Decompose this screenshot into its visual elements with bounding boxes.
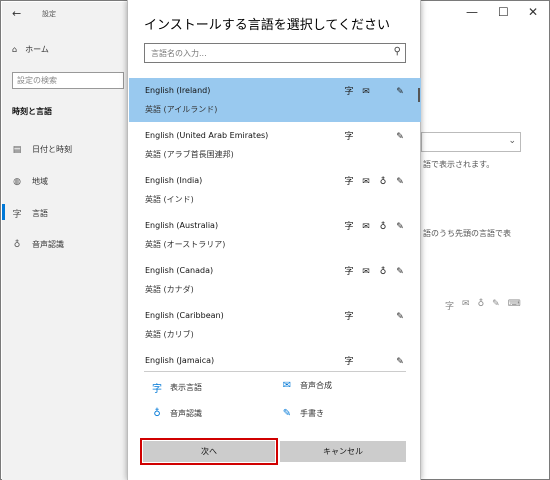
microphone-icon: ♁ — [379, 222, 387, 232]
text-to-speech-icon: ✉ — [362, 177, 370, 187]
divider — [144, 371, 406, 372]
nav-item-date-time[interactable]: ▤ 日付と時刻 — [12, 144, 72, 155]
microphone-icon: ♁ — [379, 267, 387, 277]
microphone-icon: ♁ — [13, 239, 21, 250]
language-name: English (Jamaica) — [145, 356, 215, 365]
language-item-english-jamaica[interactable]: English (Jamaica) 字 ✎ — [129, 348, 421, 371]
microphone-icon: ♁ — [379, 177, 387, 187]
nav-item-language[interactable]: 字 言語 — [12, 207, 48, 220]
display-language-icon: 字 — [344, 312, 354, 322]
handwriting-icon: ✎ — [396, 132, 404, 142]
language-name: English (Australia) — [145, 221, 219, 230]
language-native-name: 英語 (オーストラリア) — [145, 240, 226, 249]
legend-label: 手書き — [300, 409, 324, 418]
language-item-english-uae[interactable]: English (United Arab Emirates) 英語 (アラブ首長… — [129, 123, 421, 167]
handwriting-icon: ✎ — [396, 357, 404, 367]
language-name: English (India) — [145, 176, 203, 185]
settings-search-input[interactable]: 設定の検索 — [12, 72, 124, 89]
handwriting-icon: ✎ — [492, 299, 500, 309]
language-item-english-australia[interactable]: English (Australia) 英語 (オーストラリア) 字 ✉ ♁ ✎ — [129, 213, 421, 257]
language-list: English (Ireland) 英語 (アイルランド) 字 ✉ ✎ Engl… — [129, 78, 421, 371]
keyboard-icon: ⌨ — [507, 299, 521, 309]
home-icon: ⌂ — [12, 45, 18, 54]
language-name: English (United Arab Emirates) — [145, 131, 269, 140]
legend-label: 音声合成 — [300, 381, 332, 390]
next-button[interactable]: 次へ — [140, 438, 278, 465]
settings-nav-pane: ← 設定 ⌂ ホーム 設定の検索 時刻と言語 ▤ 日付と時刻 ◍ 地域 字 言語… — [2, 2, 128, 480]
language-item-english-caribbean[interactable]: English (Caribbean) 英語 (カリブ) 字 ✎ — [129, 303, 421, 347]
chevron-down-icon: ⌄ — [508, 136, 516, 146]
nav-item-region[interactable]: ◍ 地域 — [12, 176, 48, 187]
description-text: 語で表示されます。 — [423, 160, 495, 169]
legend-text-to-speech: ✉ 音声合成 — [282, 380, 332, 391]
minimize-icon[interactable]: — — [466, 5, 478, 19]
maximize-icon[interactable]: ☐ — [498, 5, 509, 19]
text-to-speech-icon: ✉ — [362, 267, 370, 277]
language-native-name: 英語 (アラブ首長国連邦) — [145, 150, 234, 159]
legend-speech-recognition: ♁ 音声認識 — [152, 408, 202, 419]
language-name: English (Caribbean) — [145, 311, 224, 320]
handwriting-icon: ✎ — [282, 408, 292, 419]
nav-item-speech[interactable]: ♁ 音声認識 — [12, 239, 64, 250]
language-name: English (Ireland) — [145, 86, 211, 95]
language-native-name: 英語 (カリブ) — [145, 330, 194, 339]
text-to-speech-icon: ✉ — [362, 222, 370, 232]
display-language-icon: 字 — [344, 132, 354, 142]
scrollbar-thumb[interactable] — [418, 88, 420, 102]
language-dropdown[interactable]: ⌄ — [421, 132, 521, 152]
display-language-icon: 字 — [344, 267, 354, 277]
calendar-clock-icon: ▤ — [12, 144, 22, 155]
language-name: English (Canada) — [145, 266, 214, 275]
section-heading: 時刻と言語 — [12, 107, 52, 116]
language-item-english-ireland[interactable]: English (Ireland) 英語 (アイルランド) 字 ✉ ✎ — [129, 78, 421, 122]
microphone-icon: ♁ — [153, 408, 161, 419]
legend-display-language: 字 表示言語 — [152, 380, 202, 395]
active-nav-indicator — [2, 204, 5, 220]
microphone-icon: ♁ — [477, 299, 485, 309]
text-to-speech-icon: ✉ — [362, 87, 370, 97]
dialog-title: インストールする言語を選択してください — [144, 18, 390, 33]
language-item-english-india[interactable]: English (India) 英語 (インド) 字 ✉ ♁ ✎ — [129, 168, 421, 212]
nav-item-label: 音声認識 — [32, 240, 64, 249]
display-language-icon: 字 — [152, 384, 162, 395]
language-feature-icons: 字 ✉ ♁ ✎ ⌨ — [445, 299, 521, 312]
search-icon[interactable]: ⚲ — [394, 46, 401, 57]
language-search-input[interactable]: 言語名の入力... ⚲ — [144, 43, 406, 63]
language-install-dialog: インストールする言語を選択してください 言語名の入力... ⚲ English … — [127, 0, 421, 480]
text-to-speech-icon: ✉ — [462, 299, 470, 309]
nav-home-label: ホーム — [25, 45, 49, 54]
text-to-speech-icon: ✉ — [282, 380, 292, 391]
display-language-icon: 字 — [344, 87, 354, 97]
search-placeholder: 言語名の入力... — [151, 49, 207, 58]
language-native-name: 英語 (カナダ) — [145, 285, 194, 294]
nav-item-label: 言語 — [32, 209, 48, 218]
description-text: 語のうち先頭の言語で表 — [423, 229, 511, 238]
close-icon[interactable]: ✕ — [528, 5, 538, 19]
language-item-english-canada[interactable]: English (Canada) 英語 (カナダ) 字 ✉ ♁ ✎ — [129, 258, 421, 302]
display-language-icon: 字 — [344, 357, 354, 367]
back-arrow-icon[interactable]: ← — [12, 7, 21, 20]
globe-icon: ◍ — [13, 176, 21, 187]
handwriting-icon: ✎ — [396, 177, 404, 187]
legend-label: 表示言語 — [170, 383, 202, 392]
handwriting-icon: ✎ — [396, 222, 404, 232]
cancel-button[interactable]: キャンセル — [280, 441, 406, 462]
handwriting-icon: ✎ — [396, 312, 404, 322]
legend-handwriting: ✎ 手書き — [282, 408, 324, 419]
nav-home[interactable]: ⌂ ホーム — [12, 44, 49, 55]
language-icon: 字 — [12, 210, 22, 220]
nav-item-label: 地域 — [32, 177, 48, 186]
window-title: 設定 — [42, 10, 56, 18]
settings-titlebar: ← 設定 — [2, 2, 128, 24]
handwriting-icon: ✎ — [396, 267, 404, 277]
language-native-name: 英語 (アイルランド) — [145, 105, 218, 114]
legend-label: 音声認識 — [170, 409, 202, 418]
nav-item-label: 日付と時刻 — [32, 145, 72, 154]
handwriting-icon: ✎ — [396, 87, 404, 97]
language-native-name: 英語 (インド) — [145, 195, 194, 204]
display-language-icon: 字 — [445, 302, 455, 312]
display-language-icon: 字 — [344, 222, 354, 232]
display-language-icon: 字 — [344, 177, 354, 187]
